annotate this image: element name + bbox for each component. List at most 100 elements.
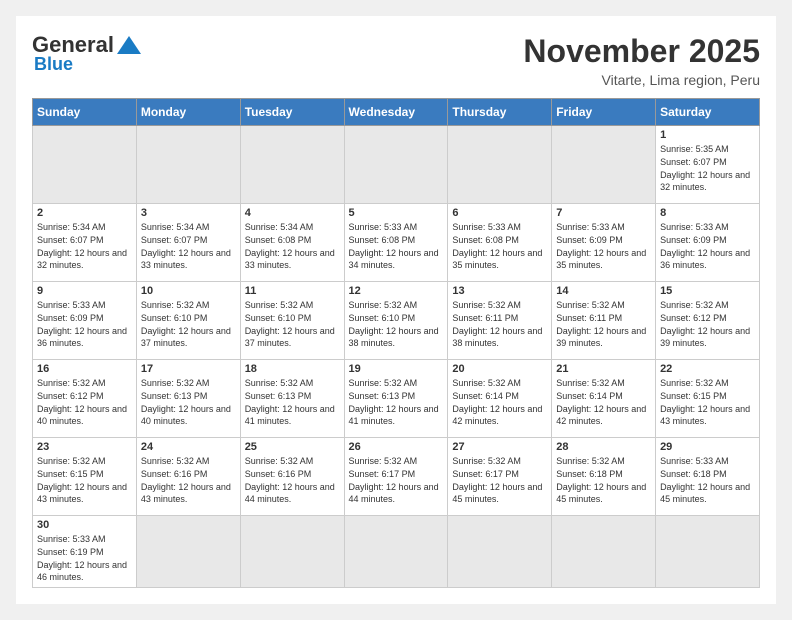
day-info: Sunrise: 5:32 AMSunset: 6:17 PMDaylight:… (349, 455, 444, 505)
day-info: Sunrise: 5:32 AMSunset: 6:15 PMDaylight:… (660, 377, 755, 427)
calendar-cell (136, 126, 240, 204)
calendar-week-4: 16Sunrise: 5:32 AMSunset: 6:12 PMDayligh… (33, 360, 760, 438)
day-number: 7 (556, 207, 651, 219)
day-info: Sunrise: 5:33 AMSunset: 6:09 PMDaylight:… (37, 299, 132, 349)
day-number: 8 (660, 207, 755, 219)
day-number: 2 (37, 207, 132, 219)
calendar-week-2: 2 Sunrise: 5:34 AMSunset: 6:07 PMDaylight… (33, 204, 760, 282)
calendar-cell (240, 126, 344, 204)
calendar-cell: 7 Sunrise: 5:33 AMSunset: 6:09 PMDaylight… (552, 204, 656, 282)
calendar-cell: 29 Sunrise: 5:33 AMSunset: 6:18 PMDayligh… (656, 438, 760, 516)
day-info: Sunrise: 5:32 AMSunset: 6:13 PMDaylight:… (141, 377, 236, 427)
calendar-header-row: SundayMondayTuesdayWednesdayThursdayFrid… (33, 99, 760, 126)
calendar-cell: 19 Sunrise: 5:32 AMSunset: 6:13 PMDayligh… (344, 360, 448, 438)
day-number: 13 (452, 285, 547, 297)
day-info: Sunrise: 5:33 AMSunset: 6:18 PMDaylight:… (660, 455, 755, 505)
calendar-page: General Blue November 2025 Vitarte, Lima… (16, 16, 776, 604)
calendar-cell: 16Sunrise: 5:32 AMSunset: 6:12 PMDayligh… (33, 360, 137, 438)
calendar-cell: 12 Sunrise: 5:32 AMSunset: 6:10 PMDayligh… (344, 282, 448, 360)
day-info: Sunrise: 5:32 AMSunset: 6:10 PMDaylight:… (349, 299, 444, 349)
day-number: 21 (556, 363, 651, 375)
calendar-cell (552, 126, 656, 204)
day-number: 4 (245, 207, 340, 219)
calendar-cell: 6 Sunrise: 5:33 AMSunset: 6:08 PMDaylight… (448, 204, 552, 282)
calendar-cell: 24Sunrise: 5:32 AMSunset: 6:16 PMDayligh… (136, 438, 240, 516)
calendar-cell: 2Sunrise: 5:34 AMSunset: 6:07 PMDaylight… (33, 204, 137, 282)
calendar-cell: 13 Sunrise: 5:32 AMSunset: 6:11 PMDayligh… (448, 282, 552, 360)
calendar-cell: 30Sunrise: 5:33 AMSunset: 6:19 PMDayligh… (33, 516, 137, 587)
calendar-cell (136, 516, 240, 587)
calendar-header-tuesday: Tuesday (240, 99, 344, 126)
day-number: 23 (37, 441, 132, 453)
day-info: Sunrise: 5:35 AMSunset: 6:07 PMDaylight:… (660, 143, 755, 193)
day-number: 24 (141, 441, 236, 453)
calendar-cell: 18 Sunrise: 5:32 AMSunset: 6:13 PMDayligh… (240, 360, 344, 438)
header: General Blue November 2025 Vitarte, Lima… (32, 32, 760, 88)
calendar-week-5: 23 Sunrise: 5:32 AMSunset: 6:15 PMDayligh… (33, 438, 760, 516)
day-info: Sunrise: 5:32 AMSunset: 6:18 PMDaylight:… (556, 455, 651, 505)
day-number: 9 (37, 285, 132, 297)
calendar-cell: 9 Sunrise: 5:33 AMSunset: 6:09 PMDaylight… (33, 282, 137, 360)
calendar-cell: 17Sunrise: 5:32 AMSunset: 6:13 PMDayligh… (136, 360, 240, 438)
calendar-cell: 10Sunrise: 5:32 AMSunset: 6:10 PMDayligh… (136, 282, 240, 360)
day-number: 5 (349, 207, 444, 219)
day-number: 3 (141, 207, 236, 219)
day-info: Sunrise: 5:32 AMSunset: 6:12 PMDaylight:… (37, 377, 132, 427)
day-number: 30 (37, 519, 132, 531)
day-number: 12 (349, 285, 444, 297)
calendar-cell: 1 Sunrise: 5:35 AMSunset: 6:07 PMDaylight… (656, 126, 760, 204)
day-info: Sunrise: 5:34 AMSunset: 6:07 PMDaylight:… (141, 221, 236, 271)
logo-icon (115, 34, 143, 56)
day-number: 25 (245, 441, 340, 453)
day-number: 1 (660, 129, 755, 141)
calendar-header-wednesday: Wednesday (344, 99, 448, 126)
calendar-header-monday: Monday (136, 99, 240, 126)
month-title: November 2025 (523, 32, 760, 70)
calendar-cell: 28Sunrise: 5:32 AMSunset: 6:18 PMDayligh… (552, 438, 656, 516)
calendar-header-saturday: Saturday (656, 99, 760, 126)
calendar-header-sunday: Sunday (33, 99, 137, 126)
day-info: Sunrise: 5:33 AMSunset: 6:09 PMDaylight:… (660, 221, 755, 271)
day-info: Sunrise: 5:32 AMSunset: 6:13 PMDaylight:… (245, 377, 340, 427)
day-number: 6 (452, 207, 547, 219)
calendar-cell: 20 Sunrise: 5:32 AMSunset: 6:14 PMDayligh… (448, 360, 552, 438)
day-number: 19 (349, 363, 444, 375)
logo-blue-text: Blue (34, 54, 73, 75)
day-info: Sunrise: 5:32 AMSunset: 6:14 PMDaylight:… (556, 377, 651, 427)
day-number: 18 (245, 363, 340, 375)
calendar-cell: 4 Sunrise: 5:34 AMSunset: 6:08 PMDaylight… (240, 204, 344, 282)
calendar-cell (240, 516, 344, 587)
day-number: 11 (245, 285, 340, 297)
title-area: November 2025 Vitarte, Lima region, Peru (523, 32, 760, 88)
day-info: Sunrise: 5:33 AMSunset: 6:08 PMDaylight:… (452, 221, 547, 271)
day-info: Sunrise: 5:34 AMSunset: 6:08 PMDaylight:… (245, 221, 340, 271)
calendar-cell: 11 Sunrise: 5:32 AMSunset: 6:10 PMDayligh… (240, 282, 344, 360)
calendar-header-thursday: Thursday (448, 99, 552, 126)
calendar-cell: 25Sunrise: 5:32 AMSunset: 6:16 PMDayligh… (240, 438, 344, 516)
calendar-cell: 3 Sunrise: 5:34 AMSunset: 6:07 PMDaylight… (136, 204, 240, 282)
calendar-cell (448, 126, 552, 204)
calendar-cell: 15Sunrise: 5:32 AMSunset: 6:12 PMDayligh… (656, 282, 760, 360)
calendar-cell: 27Sunrise: 5:32 AMSunset: 6:17 PMDayligh… (448, 438, 552, 516)
calendar-cell (552, 516, 656, 587)
day-info: Sunrise: 5:32 AMSunset: 6:11 PMDaylight:… (452, 299, 547, 349)
calendar-cell (344, 516, 448, 587)
day-info: Sunrise: 5:32 AMSunset: 6:10 PMDaylight:… (245, 299, 340, 349)
day-info: Sunrise: 5:33 AMSunset: 6:09 PMDaylight:… (556, 221, 651, 271)
day-info: Sunrise: 5:32 AMSunset: 6:10 PMDaylight:… (141, 299, 236, 349)
day-info: Sunrise: 5:32 AMSunset: 6:17 PMDaylight:… (452, 455, 547, 505)
calendar-week-3: 9 Sunrise: 5:33 AMSunset: 6:09 PMDaylight… (33, 282, 760, 360)
calendar-cell (448, 516, 552, 587)
calendar-cell (344, 126, 448, 204)
calendar-week-6: 30Sunrise: 5:33 AMSunset: 6:19 PMDayligh… (33, 516, 760, 587)
day-info: Sunrise: 5:32 AMSunset: 6:13 PMDaylight:… (349, 377, 444, 427)
calendar-cell (656, 516, 760, 587)
calendar-cell: 14Sunrise: 5:32 AMSunset: 6:11 PMDayligh… (552, 282, 656, 360)
logo: General Blue (32, 32, 144, 75)
day-info: Sunrise: 5:32 AMSunset: 6:14 PMDaylight:… (452, 377, 547, 427)
day-number: 20 (452, 363, 547, 375)
day-number: 29 (660, 441, 755, 453)
day-info: Sunrise: 5:32 AMSunset: 6:12 PMDaylight:… (660, 299, 755, 349)
day-info: Sunrise: 5:32 AMSunset: 6:15 PMDaylight:… (37, 455, 132, 505)
day-number: 14 (556, 285, 651, 297)
